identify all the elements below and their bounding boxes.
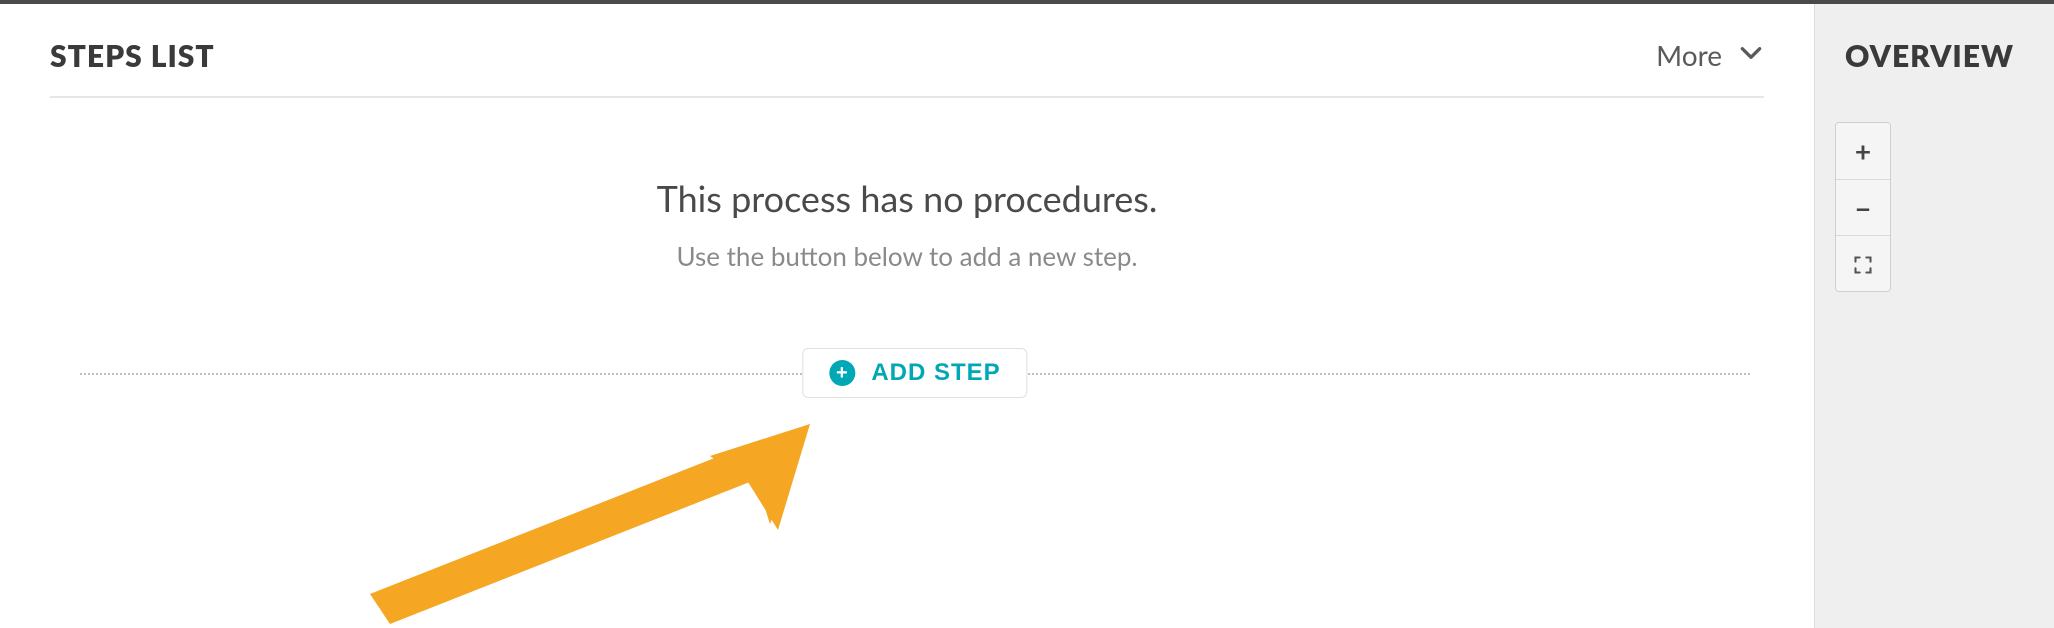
zoom-in-button[interactable]: + [1836, 123, 1890, 179]
minus-icon: − [1855, 191, 1871, 225]
empty-state: This process has no procedures. Use the … [50, 98, 1764, 272]
app-viewport: STEPS LIST More This process has no proc… [0, 0, 2054, 628]
plus-icon: + [1855, 134, 1871, 168]
overview-title: OVERVIEW [1845, 38, 2054, 98]
add-step-label: ADD STEP [871, 359, 1000, 387]
steps-list-panel: STEPS LIST More This process has no proc… [0, 4, 1814, 628]
add-step-button[interactable]: + ADD STEP [802, 348, 1027, 398]
steps-list-title: STEPS LIST [50, 38, 215, 74]
steps-list-header: STEPS LIST More [50, 38, 1764, 98]
annotation-arrow [370, 424, 810, 624]
zoom-out-button[interactable]: − [1836, 179, 1890, 235]
chevron-down-icon [1738, 38, 1764, 72]
overview-panel: OVERVIEW + − [1814, 4, 2054, 628]
fullscreen-icon [1853, 247, 1873, 281]
add-step-row: + ADD STEP [80, 372, 1750, 374]
empty-state-headline: This process has no procedures. [50, 176, 1764, 220]
zoom-fit-button[interactable] [1836, 235, 1890, 291]
more-menu-trigger[interactable]: More [1656, 38, 1764, 72]
zoom-controls: + − [1835, 122, 1891, 292]
empty-state-subtext: Use the button below to add a new step. [50, 240, 1764, 272]
more-label: More [1656, 38, 1722, 72]
plus-circle-icon: + [829, 360, 855, 386]
